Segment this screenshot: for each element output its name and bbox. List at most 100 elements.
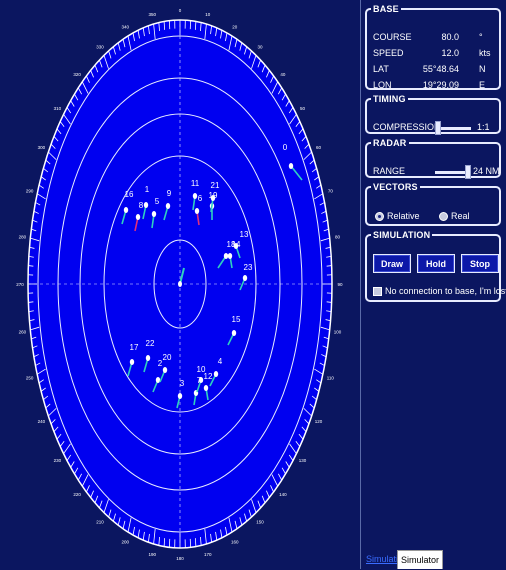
target-marker [204, 385, 208, 391]
lon-value: 19°29.09 [423, 80, 459, 90]
compass-label: 330 [96, 45, 104, 50]
lat-unit: N [479, 64, 486, 74]
hold-button[interactable]: Hold [417, 254, 455, 273]
target-marker [152, 211, 156, 217]
own-ship-marker [178, 281, 182, 287]
compass-label: 160 [231, 539, 239, 544]
speed-value: 12.0 [441, 48, 459, 58]
compass-label: 90 [337, 282, 343, 287]
target-marker [166, 203, 170, 209]
no-connection-checkbox[interactable] [373, 287, 382, 296]
compass-label: 120 [315, 419, 323, 424]
compass-label: 20 [232, 25, 238, 30]
target-marker [214, 371, 218, 377]
target-marker [224, 253, 228, 259]
compass-label: 80 [335, 234, 341, 239]
target-marker [136, 214, 140, 220]
range-slider-thumb[interactable] [465, 165, 471, 179]
target-marker [178, 393, 182, 399]
compression-label: COMPRESSION [373, 122, 441, 132]
target-label: 4 [218, 357, 223, 366]
target-label: 20 [163, 353, 172, 362]
compass-label: 190 [148, 552, 156, 557]
course-label: COURSE [373, 32, 412, 42]
control-panel: BASE COURSE 80.0 ° SPEED 12.0 kts LAT 55… [360, 0, 506, 569]
target-marker [228, 253, 232, 259]
target-label: 6 [198, 194, 203, 203]
compass-label: 250 [26, 376, 34, 381]
bearing-tick [195, 538, 196, 546]
target-marker [199, 377, 203, 383]
tab-strip: Simulation Simulator [361, 547, 506, 569]
tab-simulator[interactable]: Simulator [397, 550, 443, 569]
simulation-group: SIMULATION Draw Hold Stop No connection … [365, 230, 501, 302]
target-marker [232, 330, 236, 336]
radar-display[interactable]: 0102030405060708090100110120130140150160… [0, 0, 360, 569]
speed-label: SPEED [373, 48, 404, 58]
speed-unit: kts [479, 48, 491, 58]
radar-legend: RADAR [371, 138, 409, 148]
compass-label: 340 [122, 25, 130, 30]
target-label: 13 [240, 230, 249, 239]
compass-label: 230 [54, 458, 62, 463]
radar-scope[interactable]: 0102030405060708090100110120130140150160… [0, 0, 360, 569]
compass-label: 180 [176, 556, 184, 561]
target-marker [211, 195, 215, 201]
bearing-tick [195, 21, 196, 29]
timing-group: TIMING COMPRESSION 1:1 [365, 94, 501, 134]
target-label: 16 [125, 190, 134, 199]
relative-radio[interactable] [375, 212, 384, 221]
real-radio[interactable] [439, 212, 448, 221]
compression-value: 1:1 [477, 122, 490, 132]
target-marker [144, 202, 148, 208]
compass-label: 150 [256, 519, 264, 524]
target-marker [289, 163, 293, 169]
compass-label: 10 [205, 12, 211, 17]
timing-legend: TIMING [371, 94, 408, 104]
compass-label: 0 [179, 8, 182, 13]
target-marker [163, 367, 167, 373]
target-marker [156, 377, 160, 383]
target-label: 15 [232, 315, 241, 324]
compass-label: 240 [38, 419, 46, 424]
range-slider-track[interactable] [435, 171, 469, 174]
target-label: 8 [139, 201, 144, 210]
no-connection-label[interactable]: No connection to base, I'm lost [385, 286, 506, 296]
compass-label: 40 [280, 72, 286, 77]
base-legend: BASE [371, 4, 401, 14]
draw-button[interactable]: Draw [373, 254, 411, 273]
vectors-group: VECTORS Relative Real [365, 182, 501, 226]
compass-label: 350 [148, 12, 156, 17]
vectors-legend: VECTORS [371, 182, 420, 192]
compression-slider-thumb[interactable] [435, 121, 441, 135]
real-label[interactable]: Real [451, 211, 470, 221]
compass-label: 50 [300, 106, 306, 111]
compass-label: 170 [204, 552, 212, 557]
course-value: 80.0 [441, 32, 459, 42]
compass-label: 280 [19, 234, 27, 239]
base-group: BASE COURSE 80.0 ° SPEED 12.0 kts LAT 55… [365, 4, 501, 90]
target-label: 1 [145, 185, 150, 194]
compass-label: 100 [334, 330, 342, 335]
compass-label: 300 [38, 145, 46, 150]
target-marker [243, 275, 247, 281]
lon-label: LON [373, 80, 392, 90]
relative-label[interactable]: Relative [387, 211, 420, 221]
stop-button[interactable]: Stop [461, 254, 499, 273]
compass-label: 60 [316, 145, 322, 150]
lon-unit: E [479, 80, 485, 90]
compass-label: 140 [279, 492, 287, 497]
target-marker [130, 359, 134, 365]
target-label: 21 [211, 181, 220, 190]
compass-label: 70 [328, 188, 334, 193]
compass-label: 320 [73, 72, 81, 77]
target-label: 9 [167, 189, 172, 198]
compass-label: 220 [73, 492, 81, 497]
target-label: 0 [283, 143, 288, 152]
compass-label: 200 [122, 539, 130, 544]
compass-label: 30 [257, 45, 263, 50]
lat-value: 55°48.64 [423, 64, 459, 74]
target-label: 18 [227, 240, 236, 249]
target-label: 22 [146, 339, 155, 348]
course-unit: ° [479, 32, 483, 42]
